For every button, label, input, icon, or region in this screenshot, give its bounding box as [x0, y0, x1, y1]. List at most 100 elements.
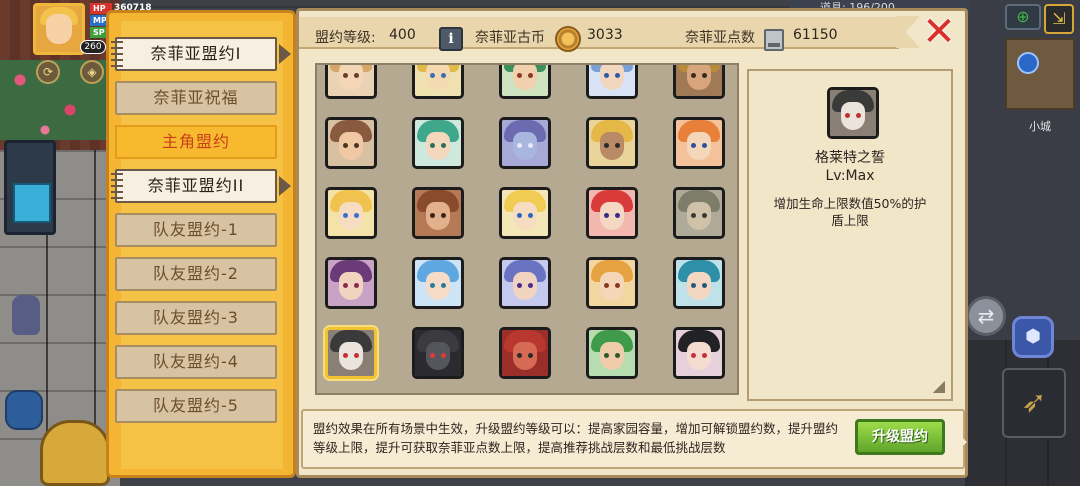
portrait-eye — [691, 143, 696, 148]
portrait-eye — [702, 353, 707, 358]
detail-level: Lv:Max — [825, 168, 875, 184]
tab-label: 队友盟约-1 — [153, 220, 239, 239]
bow-weapon-icon[interactable]: ➶ — [1002, 368, 1066, 438]
portrait-eye — [354, 73, 359, 78]
player-avatar[interactable] — [33, 3, 85, 55]
tab-5[interactable]: 队友盟约-1 — [115, 213, 277, 247]
portrait-eye — [517, 353, 522, 358]
companion-portrait[interactable] — [325, 117, 377, 169]
companion-portrait[interactable] — [499, 327, 551, 379]
companion-portrait[interactable] — [673, 65, 725, 99]
portrait-eye — [430, 143, 435, 148]
portrait-eye — [517, 213, 522, 218]
exit-icon[interactable]: ⇲ — [1044, 4, 1074, 34]
portrait-eye — [430, 213, 435, 218]
tab-label: 奈菲亚盟约II — [147, 176, 245, 195]
portrait-eye — [343, 143, 348, 148]
companion-portrait[interactable] — [673, 327, 725, 379]
coin-value: 3033 — [587, 27, 623, 43]
portrait-eye — [441, 143, 446, 148]
portrait-eye — [441, 283, 446, 288]
companion-portrait[interactable] — [325, 187, 377, 239]
portrait-eye — [528, 353, 533, 358]
close-icon[interactable]: ✕ — [920, 12, 958, 52]
covenant-detail: 格莱特之誓 Lv:Max 增加生命上限数值50%的护盾上限 — [747, 69, 953, 401]
portrait-eye — [615, 143, 620, 148]
portrait-eye — [528, 283, 533, 288]
companion-portrait[interactable] — [325, 257, 377, 309]
tab-2[interactable]: 奈菲亚祝福 — [115, 81, 277, 115]
portrait-eye — [691, 213, 696, 218]
companion-portrait[interactable] — [673, 257, 725, 309]
coin-icon — [555, 26, 581, 52]
companion-portrait[interactable] — [412, 327, 464, 379]
portrait-eye — [343, 283, 348, 288]
portrait-eye — [615, 283, 620, 288]
detail-title: 格莱特之誓 — [815, 150, 885, 166]
portrait-eye — [702, 283, 707, 288]
detail-portrait-eye — [856, 113, 861, 118]
upgrade-covenant-button[interactable]: 升级盟约 — [855, 419, 945, 455]
info-icon[interactable]: i — [439, 27, 463, 51]
tab-8[interactable]: 队友盟约-4 — [115, 345, 277, 379]
network-icon[interactable]: ⊕ — [1005, 4, 1041, 30]
companion-portrait[interactable] — [499, 187, 551, 239]
skill-hexagon-icon[interactable]: ⬢ — [1012, 316, 1054, 358]
companion-portrait[interactable] — [412, 117, 464, 169]
portrait-eye — [615, 213, 620, 218]
tab-label: 奈菲亚祝福 — [153, 88, 239, 107]
companion-portrait[interactable] — [412, 187, 464, 239]
companion-portrait[interactable] — [412, 65, 464, 99]
points-card-icon — [764, 29, 784, 51]
portrait-eye — [691, 73, 696, 78]
portrait-eye — [691, 283, 696, 288]
companion-portrait[interactable] — [586, 187, 638, 239]
companion-portrait[interactable] — [499, 117, 551, 169]
tab-4[interactable]: 奈菲亚盟约II — [111, 169, 291, 203]
companion-portrait[interactable] — [586, 117, 638, 169]
detail-portrait — [827, 87, 879, 139]
covenant-level-label: 盟约等级: — [315, 30, 376, 46]
companion-portrait[interactable] — [499, 257, 551, 309]
companion-portrait[interactable] — [325, 65, 377, 99]
buff-icon[interactable]: ⟳ — [36, 60, 60, 84]
companion-portrait[interactable] — [673, 117, 725, 169]
tab-9[interactable]: 队友盟约-5 — [115, 389, 277, 423]
portrait-eye — [343, 213, 348, 218]
companion-portrait[interactable] — [325, 327, 377, 379]
tab-binding-spiral — [111, 41, 123, 67]
companion-portrait[interactable] — [586, 257, 638, 309]
minimap[interactable] — [1005, 38, 1075, 110]
companion-portrait[interactable] — [412, 257, 464, 309]
portrait-eye — [517, 143, 522, 148]
covenant-footer: 盟约效果在所有场景中生效，升级盟约等级可以：提高家园容量，增加可解锁盟约数，提升… — [301, 409, 967, 469]
portrait-eye — [517, 283, 522, 288]
portrait-eye — [528, 73, 533, 78]
tab-3[interactable]: 主角盟约 — [115, 125, 277, 159]
portrait-eye — [517, 73, 522, 78]
points-label: 奈菲亚点数 — [685, 30, 755, 46]
shield-icon[interactable]: ◈ — [80, 60, 104, 84]
covenant-effect-text: 盟约效果在所有场景中生效，升级盟约等级可以：提高家园容量，增加可解锁盟约数，提升… — [313, 421, 839, 455]
detail-description: 增加生命上限数值50%的护盾上限 — [773, 196, 927, 228]
companion-portrait[interactable] — [586, 327, 638, 379]
minimap-label: 小城 — [1029, 120, 1051, 133]
companion-portrait[interactable] — [586, 65, 638, 99]
portrait-eye — [430, 283, 435, 288]
background-pot — [5, 390, 43, 430]
portrait-eye — [430, 73, 435, 78]
portrait-eye — [528, 213, 533, 218]
tab-7[interactable]: 队友盟约-3 — [115, 301, 277, 335]
tab-binding-spiral — [111, 173, 123, 199]
tab-label: 队友盟约-2 — [153, 264, 239, 283]
tab-1[interactable]: 奈菲亚盟约I — [111, 37, 291, 71]
companion-portrait[interactable] — [499, 65, 551, 99]
portrait-eye — [354, 283, 359, 288]
portrait-eye — [343, 353, 348, 358]
swap-icon[interactable]: ⇄ — [966, 296, 1006, 336]
points-value: 61150 — [793, 27, 838, 43]
companion-portrait[interactable] — [673, 187, 725, 239]
portrait-eye — [343, 73, 348, 78]
tab-6[interactable]: 队友盟约-2 — [115, 257, 277, 291]
portrait-eye — [604, 283, 609, 288]
